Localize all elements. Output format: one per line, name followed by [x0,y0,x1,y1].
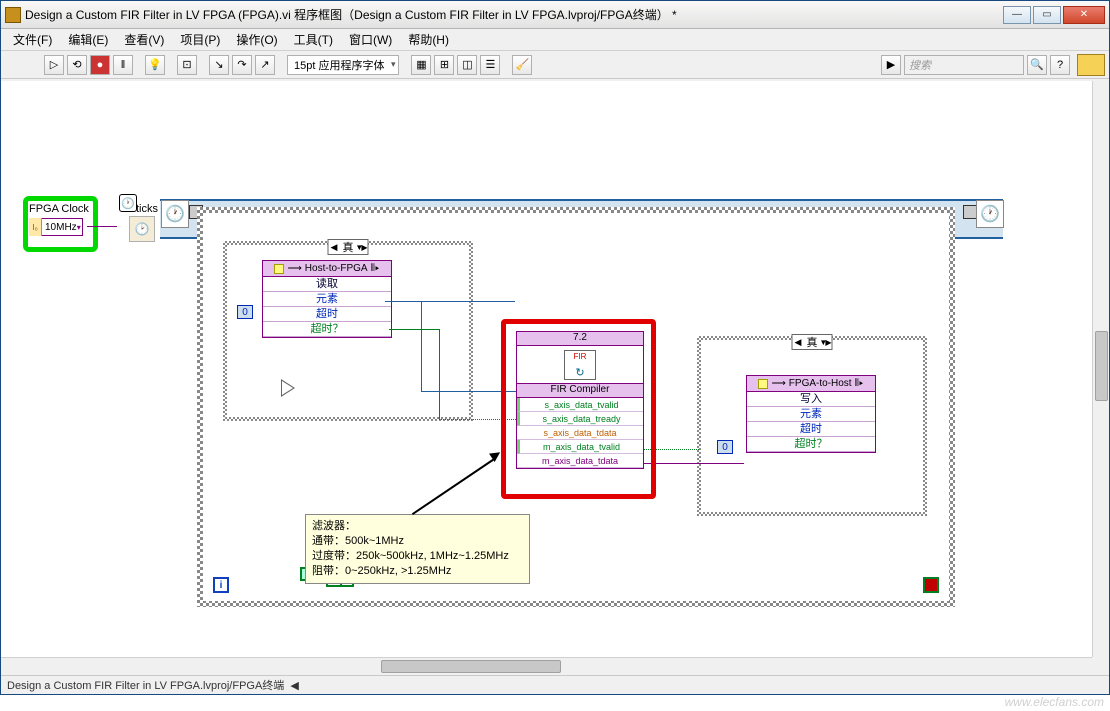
tag-icon [274,264,284,274]
step-over-button[interactable]: ↷ [232,55,252,75]
comment-line: 滤波器： [312,519,523,534]
comment-line: 通带：500k~1MHz [312,534,523,549]
maximize-button[interactable]: ▭ [1033,6,1061,24]
fifo-row: 超时 [747,422,875,437]
wire [389,329,439,330]
search-icon[interactable]: 🔍 [1027,55,1047,75]
step-out-button[interactable]: ↗ [255,55,275,75]
cleanup-button[interactable]: 🧹 [512,55,532,75]
fifo-header: ⟶ FPGA-to-Host ⦀▸ [747,376,875,392]
search-go-icon[interactable]: ▶ [881,55,901,75]
fifo-title: Host-to-FPGA [305,263,368,274]
menu-help[interactable]: 帮助(H) [402,29,455,50]
scroll-thumb[interactable] [381,660,561,673]
abort-button[interactable]: ● [90,55,110,75]
sctl-right-node [963,205,977,219]
wire [385,301,515,302]
wire [421,301,422,391]
titlebar: Design a Custom FIR Filter in LV FPGA (F… [1,1,1109,29]
iteration-terminal[interactable]: i [213,577,229,593]
menu-file[interactable]: 文件(F) [7,29,58,50]
case-selector[interactable]: 真 [792,334,833,350]
pause-button[interactable]: ‖ [113,55,133,75]
comment-line: 过度带：250k~500kHz, 1MHz~1.25MHz [312,549,523,564]
resize-button[interactable]: ◫ [457,55,477,75]
app-window: Design a Custom FIR Filter in LV FPGA (F… [0,0,1110,695]
watermark: www.elecfans.com [960,669,1110,709]
menu-view[interactable]: 查看(V) [118,29,170,50]
stop-terminal[interactable] [923,577,939,593]
wire [644,463,744,464]
fpga-clock-label: FPGA Clock [29,203,89,215]
scrollbar-vertical[interactable] [1092,81,1109,657]
status-path: Design a Custom FIR Filter in LV FPGA.lv… [7,677,284,693]
window-controls: — ▭ ✕ [1003,6,1105,24]
wire [439,329,440,419]
app-icon [5,7,21,23]
case-selector[interactable]: 真 [328,239,369,255]
fifo-row: 元素 [747,407,875,422]
ticks-control[interactable]: 🕑 [129,216,155,242]
status-sep-icon: ◀ [290,679,298,692]
block-diagram-canvas[interactable]: FPGA Clock 10MHz ticks 🕑 i T [1,81,1109,674]
help-button[interactable]: ? [1050,55,1070,75]
fifo-title: FPGA-to-Host [789,378,852,389]
not-primitive[interactable] [281,379,295,397]
menu-project[interactable]: 项目(P) [174,29,226,50]
font-label: 15pt 应用程序字体 [294,57,384,73]
case-structure-left[interactable]: ⟶ Host-to-FPGA ⦀▸ 读取 元素 超时 超时？ 0 真 [223,241,473,421]
tag-icon [758,379,768,389]
highlight-button[interactable]: 💡 [145,55,165,75]
fifo-row: 超时 [263,307,391,322]
fifo-row: 超时？ [263,322,391,337]
filter-spec-comment: 滤波器： 通带：500k~1MHz 过度带：250k~500kHz, 1MHz~… [305,514,530,584]
search-area: ▶ 搜索 🔍 ? [881,54,1105,76]
reorder-button[interactable]: ☰ [480,55,500,75]
highlight-fir-compiler [501,319,656,499]
clock-icon [976,200,1004,228]
menu-tools[interactable]: 工具(T) [288,29,339,50]
block-diagram-area: FPGA Clock 10MHz ticks 🕑 i T [1,81,1109,674]
case-structure-right[interactable]: ⟶ FPGA-to-Host ⦀▸ 写入 元素 超时 超时？ 0 真 [697,336,927,516]
toolbar: ▷ ⟲ ● ‖ 💡 ⊡ ↘ ↷ ↗ 15pt 应用程序字体 ▦ ⊞ ◫ ☰ 🧹 … [1,51,1109,79]
window-title: Design a Custom FIR Filter in LV FPGA (F… [25,6,1003,23]
fpga-clock-value: 10MHz [45,222,77,233]
wire [87,226,117,227]
scroll-thumb[interactable] [1095,331,1108,401]
minimize-button[interactable]: — [1003,6,1031,24]
fifo-header: ⟶ Host-to-FPGA ⦀▸ [263,261,391,277]
scrollbar-horizontal[interactable] [1,657,1092,674]
fifo-row: 写入 [747,392,875,407]
vi-icon[interactable] [1077,54,1105,76]
ticks-clock-icon [119,194,137,212]
ticks-label: ticks [136,203,158,215]
search-input[interactable]: 搜索 [904,55,1024,75]
comment-line: 阻带：0~250kHz, >1.25MHz [312,564,523,579]
run-button[interactable]: ▷ [44,55,64,75]
fpga-to-host-fifo[interactable]: ⟶ FPGA-to-Host ⦀▸ 写入 元素 超时 超时？ [746,375,876,453]
zero-constant[interactable]: 0 [237,305,253,319]
menu-operate[interactable]: 操作(O) [230,29,283,50]
fifo-row: 元素 [263,292,391,307]
fifo-row: 读取 [263,277,391,292]
status-bar: Design a Custom FIR Filter in LV FPGA.lv… [1,675,1109,694]
clock-icon [161,200,189,228]
distribute-button[interactable]: ⊞ [434,55,454,75]
step-into-button[interactable]: ↘ [209,55,229,75]
fpga-clock-control[interactable]: 10MHz [29,218,83,236]
menu-window[interactable]: 窗口(W) [343,29,398,50]
zero-constant[interactable]: 0 [717,440,733,454]
font-selector[interactable]: 15pt 应用程序字体 [287,55,399,75]
retain-wire-button[interactable]: ⊡ [177,55,197,75]
run-cont-button[interactable]: ⟲ [67,55,87,75]
menu-edit[interactable]: 编辑(E) [62,29,114,50]
close-button[interactable]: ✕ [1063,6,1105,24]
fifo-row: 超时？ [747,437,875,452]
host-to-fpga-fifo[interactable]: ⟶ Host-to-FPGA ⦀▸ 读取 元素 超时 超时？ [262,260,392,338]
align-button[interactable]: ▦ [411,55,431,75]
menubar: 文件(F) 编辑(E) 查看(V) 项目(P) 操作(O) 工具(T) 窗口(W… [1,29,1109,51]
